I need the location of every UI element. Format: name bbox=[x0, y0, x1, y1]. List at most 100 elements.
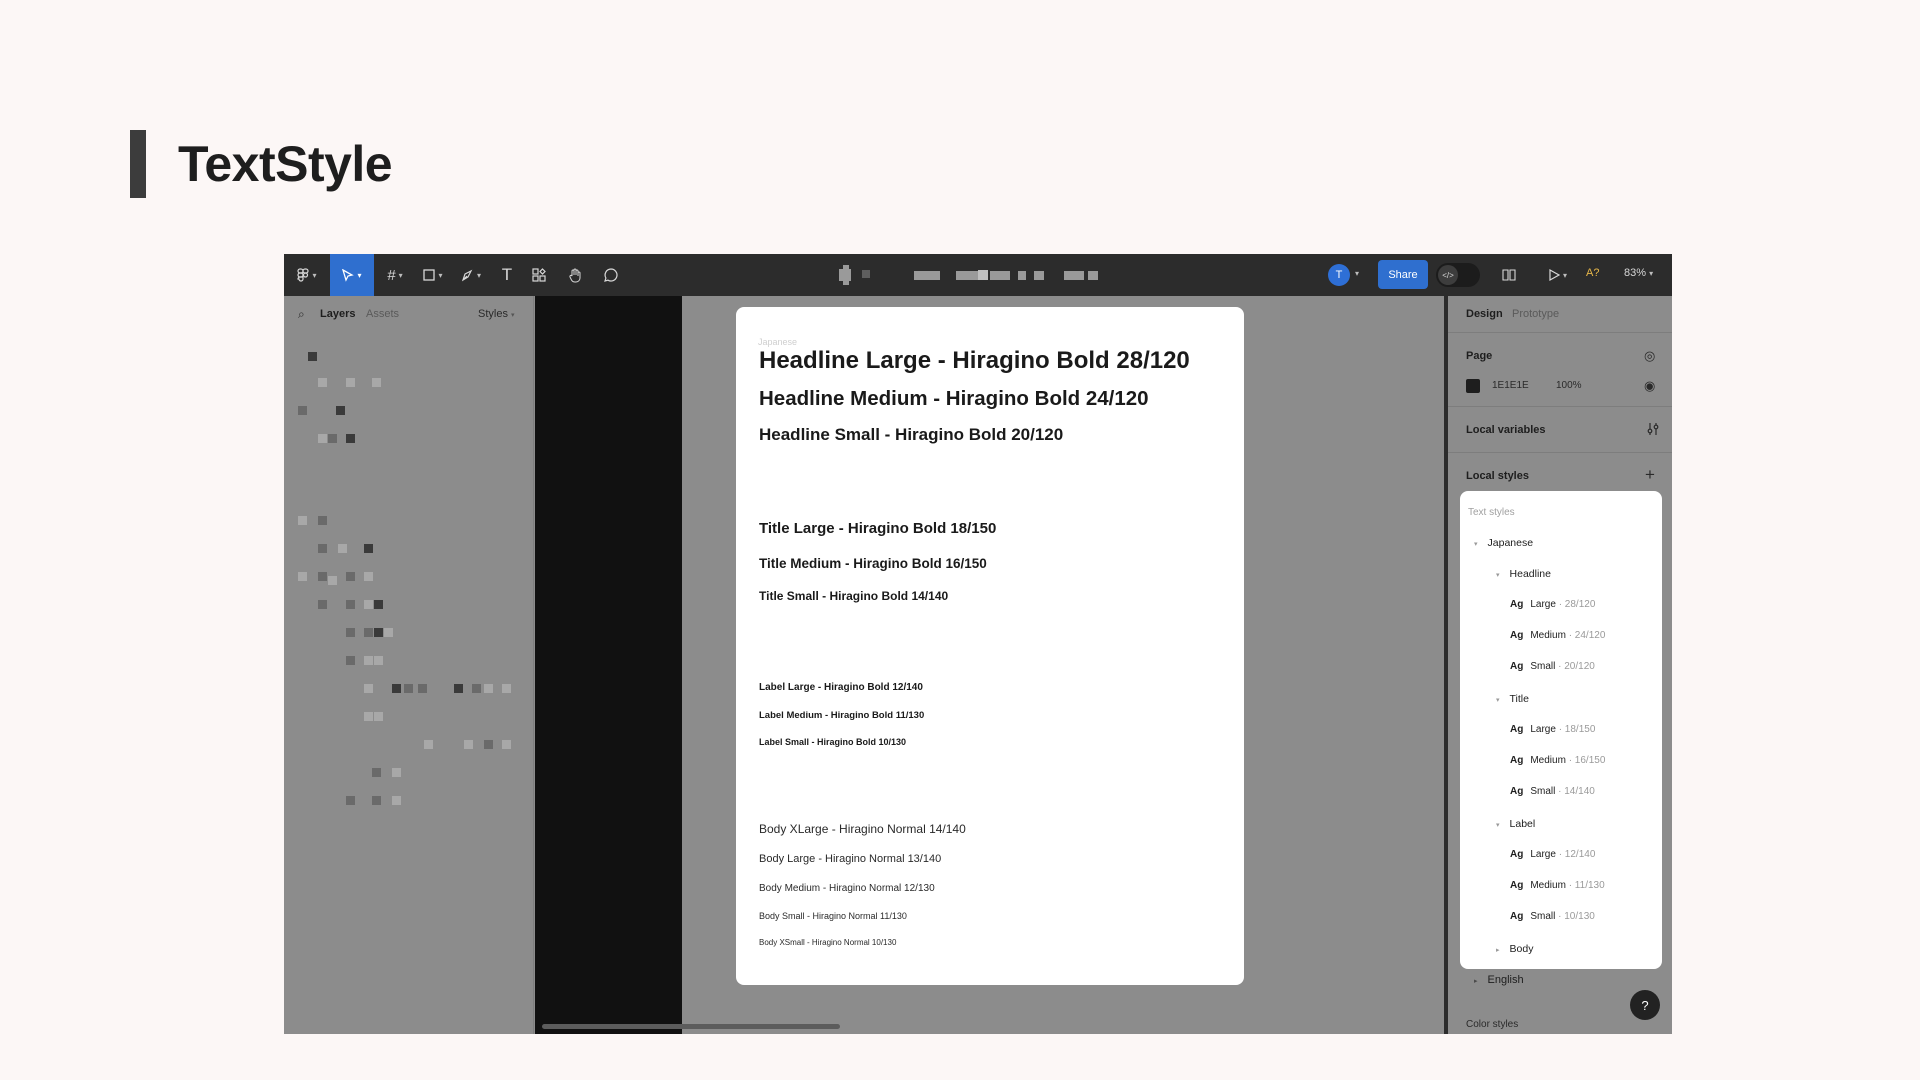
code-icon: </> bbox=[1438, 265, 1458, 285]
frame-tool-button[interactable]: # ▾ bbox=[378, 254, 412, 296]
user-avatar[interactable]: T bbox=[1328, 264, 1350, 286]
tab-assets[interactable]: Assets bbox=[366, 308, 399, 320]
page-opacity-value[interactable]: 100% bbox=[1556, 380, 1582, 391]
chevron-down-icon: ▾ bbox=[1562, 270, 1567, 280]
style-item-label-large[interactable]: Ag Large · 12/140 bbox=[1510, 849, 1595, 860]
pen-tool-button[interactable]: ▾ bbox=[454, 254, 488, 296]
style-item-label-medium[interactable]: Ag Medium · 11/130 bbox=[1510, 880, 1605, 891]
text-styles-heading: Text styles bbox=[1468, 507, 1515, 518]
share-button[interactable]: Share bbox=[1378, 260, 1428, 289]
resources-tool-button[interactable] bbox=[526, 254, 552, 296]
style-title-small[interactable]: Title Small - Hiragino Bold 14/140 bbox=[759, 589, 948, 603]
style-label-medium[interactable]: Label Medium - Hiragino Bold 11/130 bbox=[759, 710, 924, 721]
chevron-down-icon: ▾ bbox=[1496, 697, 1500, 704]
chevron-down-icon: ▾ bbox=[511, 312, 515, 319]
style-item-headline-large[interactable]: Ag Large · 28/120 bbox=[1510, 599, 1595, 610]
style-headline-medium[interactable]: Headline Medium - Hiragino Bold 24/120 bbox=[759, 387, 1149, 411]
page-color-swatch[interactable] bbox=[1466, 379, 1480, 393]
style-body-xlarge[interactable]: Body XLarge - Hiragino Normal 14/140 bbox=[759, 822, 966, 836]
style-body-medium[interactable]: Body Medium - Hiragino Normal 12/130 bbox=[759, 883, 935, 894]
hash-frame-icon: # bbox=[387, 266, 396, 284]
style-item-title-large[interactable]: Ag Large · 18/150 bbox=[1510, 724, 1595, 735]
style-item-label-small[interactable]: Ag Small · 10/130 bbox=[1510, 911, 1595, 922]
play-icon bbox=[1549, 269, 1560, 281]
chevron-down-icon: ▾ bbox=[1496, 822, 1500, 829]
ai-button[interactable]: A? bbox=[1586, 267, 1599, 279]
figma-app-window: ▾ ▾ # ▾ ▾ ▾ T T ▾ Share </> ▾ A? 83% ▾ ⌕… bbox=[284, 254, 1672, 1034]
comment-tool-button[interactable] bbox=[598, 254, 624, 296]
chevron-down-icon: ▾ bbox=[312, 270, 317, 280]
chevron-down-icon: ▾ bbox=[1474, 541, 1478, 548]
style-body-large[interactable]: Body Large - Hiragino Normal 13/140 bbox=[759, 853, 941, 865]
group-label: Japanese bbox=[1487, 537, 1534, 549]
left-panel-tabs: ⌕ Layers Assets Styles ▾ bbox=[284, 296, 534, 332]
chevron-down-icon: ▾ bbox=[438, 270, 443, 280]
figma-logo-icon bbox=[297, 268, 310, 282]
tab-prototype[interactable]: Prototype bbox=[1512, 308, 1559, 320]
variables-sliders-icon[interactable] bbox=[1646, 422, 1660, 436]
style-item-headline-small[interactable]: Ag Small · 20/120 bbox=[1510, 661, 1595, 672]
chevron-down-icon: ▾ bbox=[357, 270, 362, 280]
chevron-down-icon: ▾ bbox=[1496, 572, 1500, 579]
group-label[interactable]: ▾ Label bbox=[1496, 818, 1535, 830]
text-styles-list: Text styles ▾ Japanese ▾ Headline Ag Large … bbox=[1460, 491, 1662, 969]
cursor-icon bbox=[342, 268, 355, 282]
shape-tool-button[interactable]: ▾ bbox=[416, 254, 450, 296]
local-styles-title: Local styles bbox=[1466, 470, 1529, 482]
group-title[interactable]: ▾ Title bbox=[1496, 693, 1529, 705]
plus-icon[interactable]: + bbox=[1645, 465, 1655, 485]
title-accent-bar bbox=[130, 130, 146, 198]
comment-bubble-icon bbox=[604, 268, 618, 282]
horizontal-scrollbar[interactable] bbox=[542, 1024, 840, 1029]
divider bbox=[1448, 452, 1672, 453]
search-icon[interactable]: ⌕ bbox=[298, 307, 305, 322]
chevron-down-icon[interactable]: ▾ bbox=[1355, 269, 1359, 278]
style-label-large[interactable]: Label Large - Hiragino Bold 12/140 bbox=[759, 682, 923, 693]
style-item-title-medium[interactable]: Ag Medium · 16/150 bbox=[1510, 755, 1605, 766]
eye-icon[interactable]: ◉ bbox=[1644, 378, 1655, 394]
group-label: English bbox=[1487, 974, 1524, 986]
style-item-title-small[interactable]: Ag Small · 14/140 bbox=[1510, 786, 1595, 797]
chevron-right-icon: ▸ bbox=[1474, 978, 1478, 985]
text-tool-button[interactable]: T bbox=[494, 254, 520, 296]
styles-dropdown[interactable]: Styles ▾ bbox=[478, 308, 515, 320]
move-tool-button[interactable]: ▾ bbox=[330, 254, 374, 296]
style-title-medium[interactable]: Title Medium - Hiragino Bold 16/150 bbox=[759, 556, 987, 571]
zoom-value: 83% bbox=[1624, 267, 1647, 279]
group-body[interactable]: ▸ Body bbox=[1496, 943, 1533, 955]
zoom-dropdown[interactable]: 83% ▾ bbox=[1624, 267, 1653, 279]
style-body-small[interactable]: Body Small - Hiragino Normal 11/130 bbox=[759, 911, 907, 921]
tab-design[interactable]: Design bbox=[1466, 308, 1503, 320]
style-headline-small[interactable]: Headline Small - Hiragino Bold 20/120 bbox=[759, 425, 1063, 445]
chevron-right-icon: ▸ bbox=[1496, 947, 1500, 954]
text-styles-frame[interactable]: Japanese Headline Large - Hiragino Bold … bbox=[736, 307, 1244, 985]
library-button[interactable] bbox=[1496, 254, 1522, 296]
layers-panel: ⌕ Layers Assets Styles ▾ bbox=[284, 296, 534, 1034]
divider bbox=[1448, 406, 1672, 407]
frame-label: Japanese bbox=[758, 337, 798, 347]
page-color-value[interactable]: 1E1E1E bbox=[1492, 380, 1529, 391]
style-headline-large[interactable]: Headline Large - Hiragino Bold 28/120 bbox=[759, 347, 1190, 375]
hand-tool-button[interactable] bbox=[562, 254, 588, 296]
style-item-headline-medium[interactable]: Ag Medium · 24/120 bbox=[1510, 630, 1605, 641]
pen-icon bbox=[461, 269, 473, 281]
rectangle-icon bbox=[423, 269, 436, 281]
group-english[interactable]: ▸ English bbox=[1474, 974, 1524, 986]
tab-layers[interactable]: Layers bbox=[320, 308, 355, 320]
present-button[interactable]: ▾ bbox=[1540, 254, 1576, 296]
slide-title: TextStyle bbox=[178, 136, 393, 192]
group-japanese[interactable]: ▾ Japanese bbox=[1474, 537, 1533, 549]
camera-icon[interactable]: ◎ bbox=[1644, 348, 1655, 364]
dev-mode-toggle[interactable]: </> bbox=[1436, 263, 1480, 287]
group-headline[interactable]: ▾ Headline bbox=[1496, 568, 1551, 580]
local-variables-title: Local variables bbox=[1466, 424, 1546, 436]
help-button[interactable]: ? bbox=[1630, 990, 1660, 1020]
chevron-down-icon: ▾ bbox=[1649, 269, 1654, 278]
main-menu-button[interactable]: ▾ bbox=[290, 254, 324, 296]
book-open-icon bbox=[1502, 269, 1516, 281]
divider bbox=[1448, 332, 1672, 333]
style-title-large[interactable]: Title Large - Hiragino Bold 18/150 bbox=[759, 520, 996, 537]
text-t-icon: T bbox=[501, 265, 513, 284]
style-body-xsmall[interactable]: Body XSmall - Hiragino Normal 10/130 bbox=[759, 938, 896, 947]
style-label-small[interactable]: Label Small - Hiragino Bold 10/130 bbox=[759, 737, 906, 747]
